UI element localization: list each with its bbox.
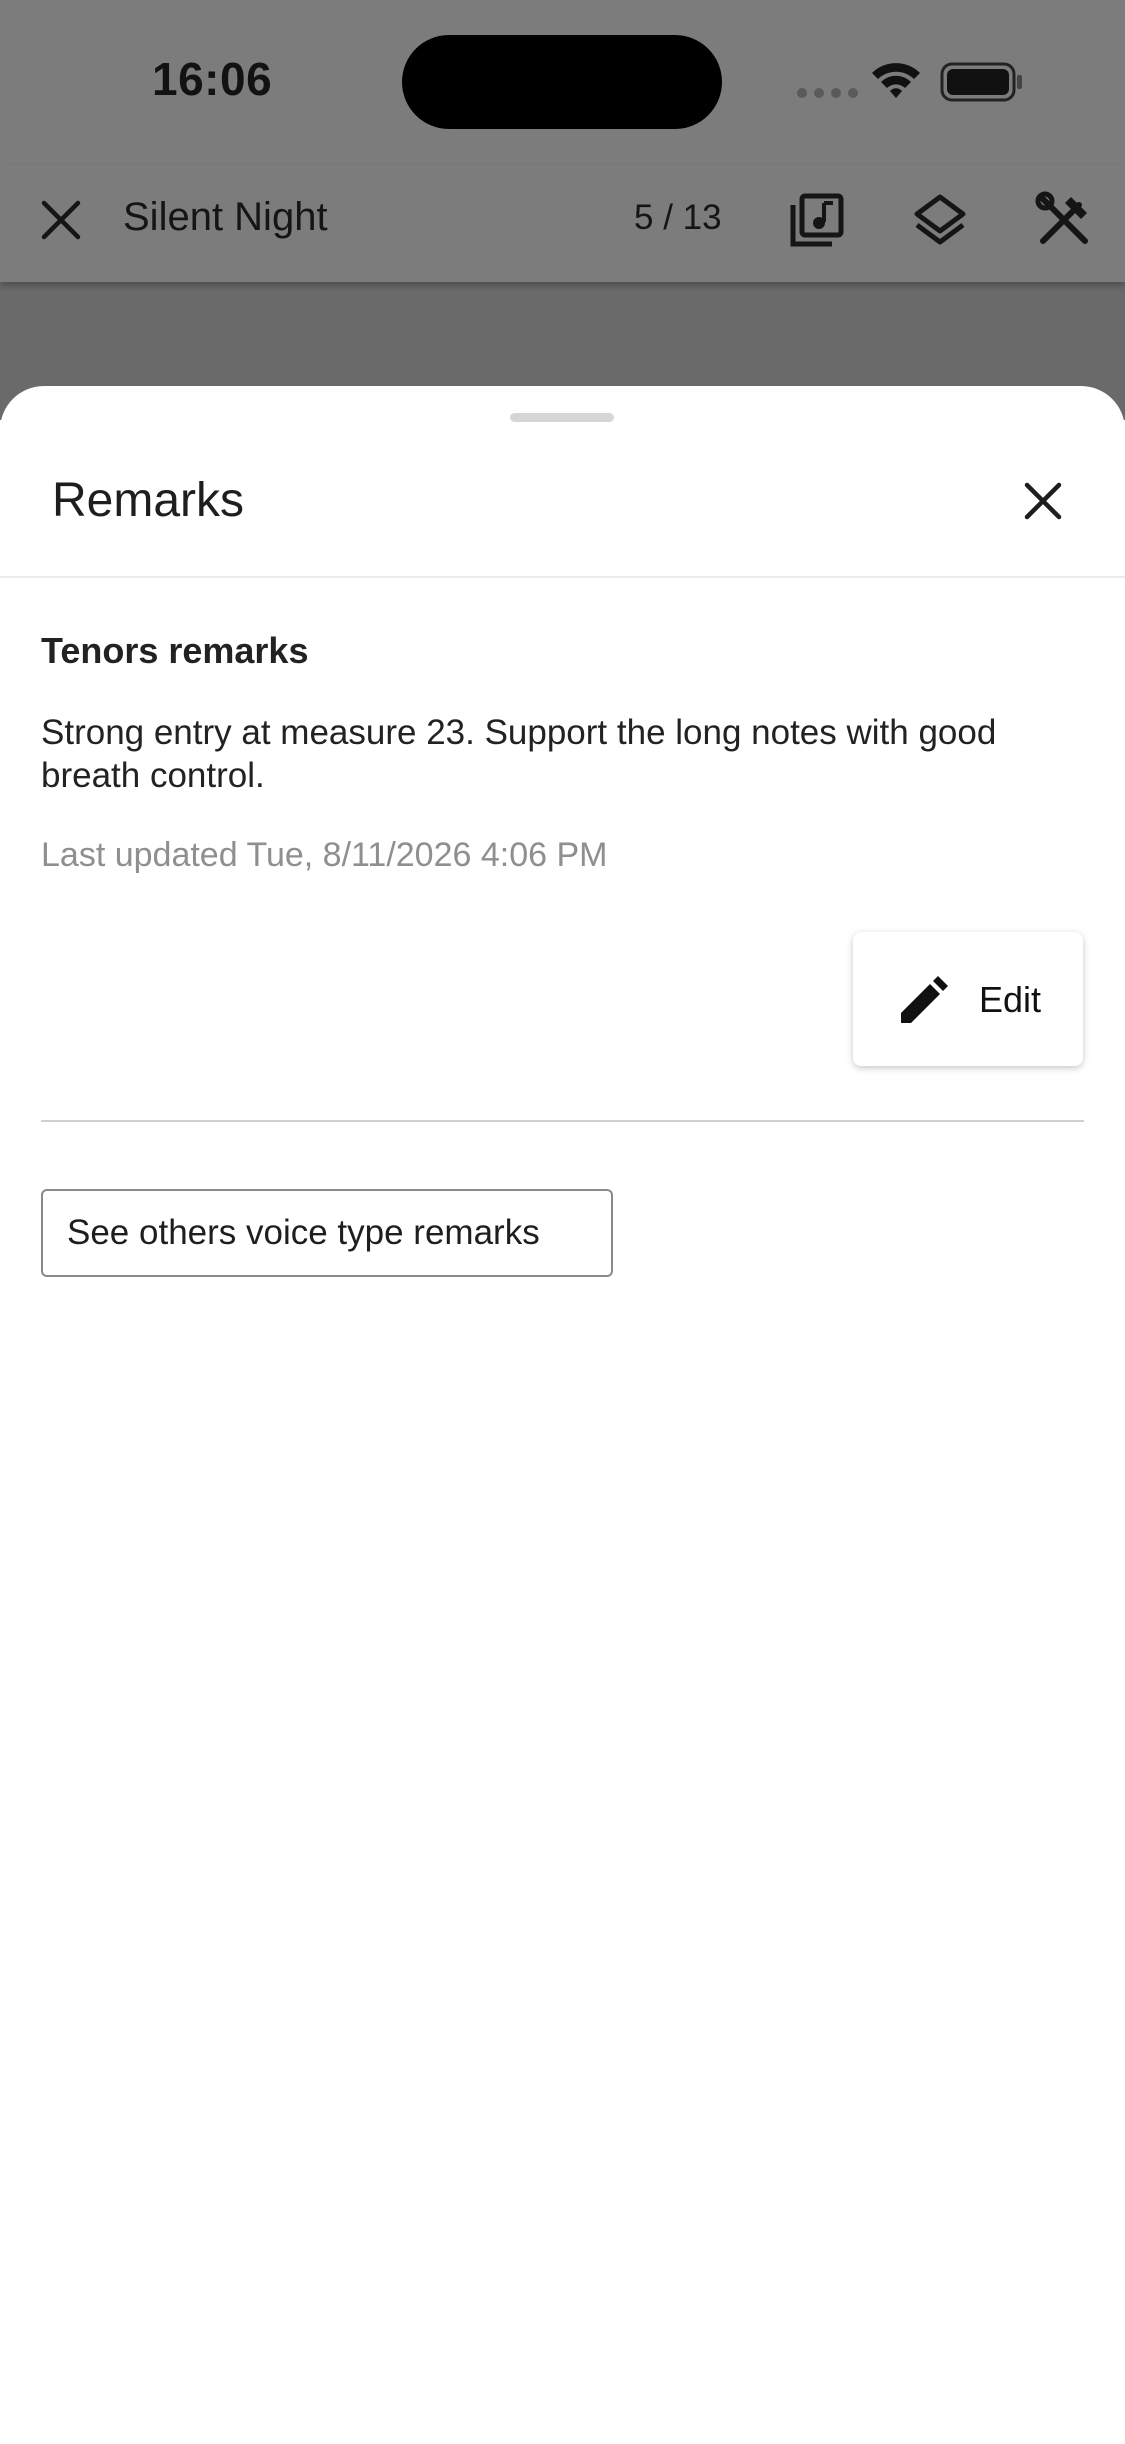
close-icon[interactable] [1022,480,1064,522]
cellular-signal-icon [797,88,859,98]
see-other-voice-remarks-button[interactable]: See others voice type remarks [41,1189,613,1277]
status-bar: 16:06 [0,0,1125,165]
drag-handle[interactable] [510,413,614,422]
remark-text: Strong entry at measure 23. Support the … [41,713,997,795]
battery-icon [940,62,1022,102]
divider [0,576,1125,578]
tools-icon[interactable] [1035,191,1093,249]
voice-remarks-heading: Tenors remarks [41,630,309,671]
wifi-icon [872,63,920,98]
page-counter: 5 / 13 [634,198,722,237]
edit-button-label: Edit [979,979,1042,1020]
close-icon[interactable] [38,197,84,243]
edit-button[interactable]: Edit [853,932,1083,1066]
last-updated-text: Last updated Tue, 8/11/2026 4:06 PM [41,836,608,874]
dynamic-island [402,35,722,129]
layers-icon[interactable] [911,191,969,249]
sheet-title: Remarks [52,474,245,527]
music-library-icon[interactable] [788,191,846,249]
song-title: Silent Night [123,195,328,239]
remarks-bottom-sheet: Remarks Tenors remarks Strong entry at m… [0,386,1125,2444]
divider [41,1120,1084,1122]
see-other-voice-remarks-label: See others voice type remarks [67,1213,540,1252]
status-time: 16:06 [152,53,273,105]
app-bar: Silent Night 5 / 13 [0,165,1125,282]
pencil-icon [901,976,948,1023]
